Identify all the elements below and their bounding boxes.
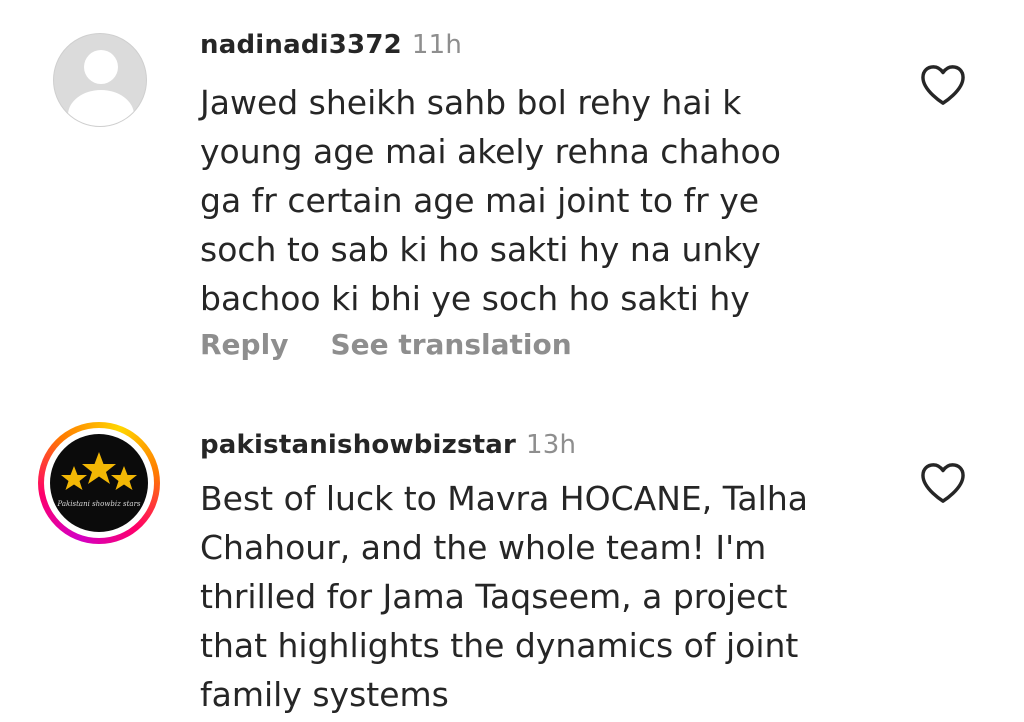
heart-outline-icon[interactable] (920, 64, 966, 106)
see-translation-button[interactable]: See translation (330, 328, 571, 361)
three-stars-logo: Pakistani showbiz stars (50, 434, 148, 532)
comment-time: 13h (526, 430, 577, 460)
reply-button[interactable]: Reply (200, 328, 288, 361)
default-profile-icon[interactable] (53, 33, 147, 127)
comment-line: that highlights the dynamics of joint (200, 626, 799, 665)
comment-line: family systems (200, 675, 449, 714)
comment-line: Best of luck to Mavra HOCANE, Talha (200, 479, 808, 518)
username[interactable]: nadinadi3372 (200, 30, 402, 60)
heart-outline-icon[interactable] (920, 462, 966, 504)
comment-line: ga fr certain age mai joint to fr ye (200, 181, 760, 220)
svg-text:Pakistani showbiz stars: Pakistani showbiz stars (56, 500, 140, 508)
comment-header: nadinadi3372 11h (200, 30, 462, 60)
comment-line: soch to sab ki ho sakti hy na unky (200, 230, 761, 269)
comment-line: thrilled for Jama Taqseem, a project (200, 577, 788, 616)
comment-line: Chahour, and the whole team! I'm (200, 528, 767, 567)
comment-time: 11h (411, 30, 463, 60)
comment-item: Pakistani showbiz stars pakistanishowbiz… (0, 400, 1024, 722)
avatar[interactable]: Pakistani showbiz stars (38, 422, 160, 544)
username[interactable]: pakistanishowbizstar (200, 430, 516, 460)
comment-text: Best of luck to Mavra HOCANE, Talha Chah… (200, 474, 850, 719)
comment-line: Jawed sheikh sahb bol rehy hai k (200, 83, 742, 122)
comment-line: bachoo ki bhi ye soch ho sakti hy (200, 279, 750, 318)
comment-actions: Reply See translation (200, 328, 572, 361)
comment-header: pakistanishowbizstar 13h (200, 430, 576, 460)
comment-text: Jawed sheikh sahb bol rehy hai k young a… (200, 78, 850, 323)
comment-item: nadinadi3372 11h Jawed sheikh sahb bol re… (0, 0, 1024, 400)
comment-line: young age mai akely rehna chahoo (200, 132, 781, 171)
